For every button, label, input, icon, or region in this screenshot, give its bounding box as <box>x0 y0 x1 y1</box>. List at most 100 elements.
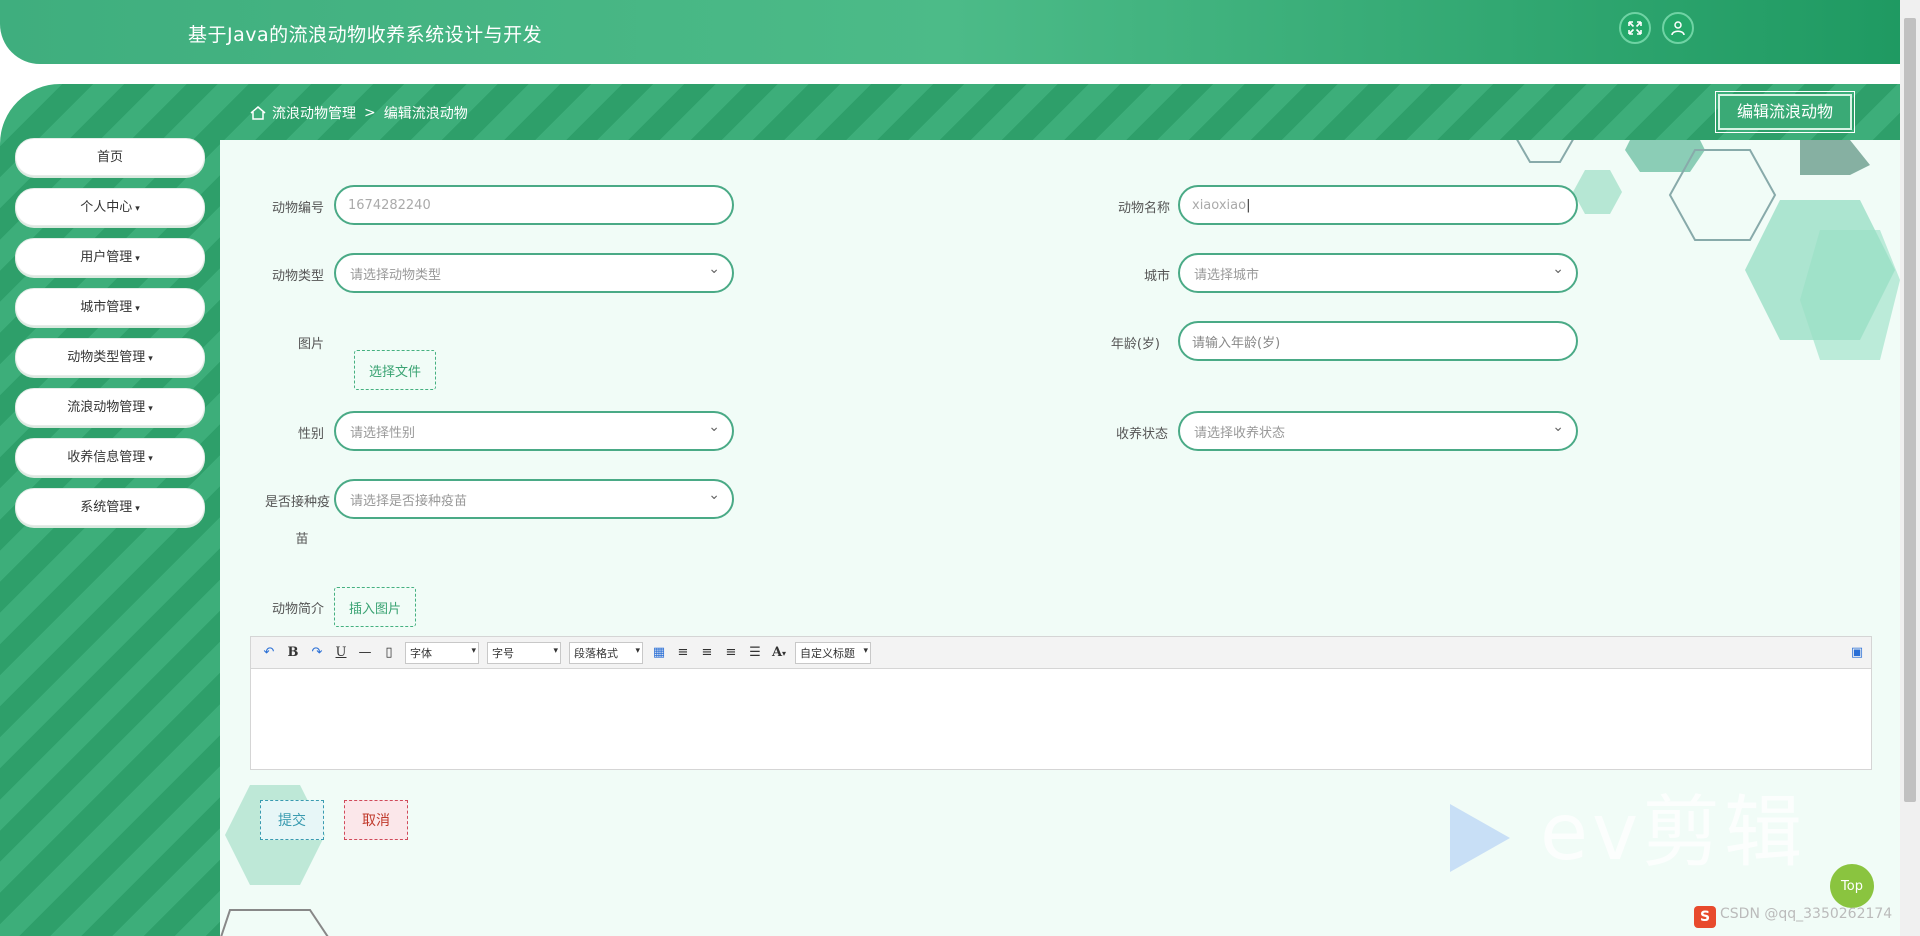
choose-file-button[interactable]: 选择文件 <box>354 350 436 390</box>
age-label: 年龄(岁) <box>1110 337 1160 352</box>
animal-type-label: 动物类型 <box>271 269 324 284</box>
animal-id-value: 1674282240 <box>348 197 431 213</box>
sidebar-item-city-management[interactable]: 城市管理 ▾ <box>15 288 205 326</box>
animal-name-label: 动物名称 <box>1117 201 1170 216</box>
ev-watermark-text: ev剪辑 <box>1540 788 1807 878</box>
scrollbar-thumb[interactable] <box>1904 18 1916 802</box>
breadcrumb-current: 编辑流浪动物 <box>383 106 468 122</box>
align-left-icon[interactable]: ≡ <box>675 645 691 661</box>
caret-down-icon: ▾ <box>148 354 153 364</box>
user-icon-svg <box>1671 21 1685 36</box>
page-scrollbar[interactable] <box>1900 0 1920 936</box>
table-icon[interactable]: ▦ <box>651 645 667 661</box>
paragraph-format-select-label: 段落格式 <box>574 646 618 660</box>
play-icon <box>1450 803 1510 872</box>
insert-image-button[interactable]: 插入图片 <box>334 587 416 627</box>
gender-label: 性别 <box>297 427 324 442</box>
expand-arrows-icon-svg <box>1628 21 1642 35</box>
sidebar-item-label: 流浪动物管理 <box>67 400 146 415</box>
animal-name-value: xiaoxiao <box>1192 197 1247 213</box>
caret-down-icon: ▾ <box>135 254 140 264</box>
sidebar-item-personal-center[interactable]: 个人中心 ▾ <box>15 188 205 226</box>
paragraph-format-select[interactable]: 段落格式 <box>569 641 643 664</box>
sidebar-item-label: 首页 <box>96 150 123 165</box>
home-icon-svg <box>250 106 266 120</box>
csdn-logo-icon: S <box>1694 906 1716 928</box>
sidebar-item-label: 用户管理 <box>80 250 133 265</box>
sidebar-item-label: 动物类型管理 <box>67 350 146 365</box>
breadcrumb-parent[interactable]: 流浪动物管理 <box>272 103 356 123</box>
app-header: 基于Java的流浪动物收养系统设计与开发 <box>0 0 1900 64</box>
city-select[interactable]: 请选择城市 <box>1178 253 1578 293</box>
align-right-icon[interactable]: ≡ <box>699 645 715 661</box>
animal-id-label: 动物编号 <box>271 201 324 216</box>
app-title: 基于Java的流浪动物收养系统设计与开发 <box>188 24 543 46</box>
expand-arrows-icon[interactable] <box>1619 12 1651 44</box>
breadcrumb-separator: > <box>364 105 376 121</box>
sidebar-item-stray-animal-management[interactable]: 流浪动物管理 ▾ <box>15 388 205 426</box>
animal-name-field[interactable]: xiaoxiao | <box>1178 185 1578 225</box>
editor-toolbar: ↶ B ↷ U — ▯ 字体 字号 段落格式 ▦ ≡ ≡ ≡ ☰ A▾ 自定义标… <box>251 637 1871 669</box>
undo-icon[interactable]: ↶ <box>261 645 277 661</box>
sidebar-item-animal-type-management[interactable]: 动物类型管理 ▾ <box>15 338 205 376</box>
bold-icon[interactable]: B <box>285 645 301 661</box>
redo-icon[interactable]: ↷ <box>309 645 325 661</box>
breadcrumb: 流浪动物管理 > 编辑流浪动物 <box>250 103 468 123</box>
vaccinated-label-line1: 是否接种疫 <box>264 495 330 510</box>
intro-label: 动物简介 <box>271 602 324 617</box>
caret-down-icon: ▾ <box>148 454 153 464</box>
font-size-select[interactable]: 字号 <box>487 641 561 664</box>
rich-text-editor: ↶ B ↷ U — ▯ 字体 字号 段落格式 ▦ ≡ ≡ ≡ ☰ A▾ 自定义标… <box>250 636 1872 770</box>
font-color-glyph: A <box>771 645 783 660</box>
font-family-select[interactable]: 字体 <box>405 641 479 664</box>
sidebar-item-label: 收养信息管理 <box>67 450 146 465</box>
underline-icon[interactable]: U <box>333 645 349 661</box>
blank-page-icon[interactable]: ▯ <box>381 645 397 661</box>
custom-title-select-label: 自定义标题 <box>800 646 855 660</box>
font-size-select-label: 字号 <box>492 646 514 660</box>
caret-down-icon: ▾ <box>782 647 787 658</box>
vaccinated-select[interactable]: 请选择是否接种疫苗 <box>334 479 734 519</box>
age-input[interactable]: 请输入年龄(岁) <box>1178 321 1578 361</box>
ev-watermark: ev剪辑 <box>1450 770 1806 882</box>
age-placeholder: 请输入年龄(岁) <box>1192 335 1281 351</box>
custom-title-select[interactable]: 自定义标题 <box>795 641 871 664</box>
animal-id-field[interactable]: 1674282240 <box>334 185 734 225</box>
adoption-status-label: 收养状态 <box>1115 427 1168 442</box>
caret-down-icon: ▾ <box>135 504 140 514</box>
sidebar-item-label: 系统管理 <box>80 500 133 515</box>
sidebar-item-label: 个人中心 <box>80 200 133 215</box>
user-icon[interactable] <box>1662 12 1694 44</box>
cancel-button[interactable]: 取消 <box>344 800 408 840</box>
vaccinated-placeholder: 请选择是否接种疫苗 <box>350 493 468 509</box>
source-code-icon[interactable]: ▣ <box>1849 645 1865 661</box>
vaccinated-label-line2: 苗 <box>295 532 309 547</box>
sidebar-item-system-management[interactable]: 系统管理 ▾ <box>15 488 205 526</box>
text-cursor: | <box>1246 197 1251 213</box>
caret-down-icon: ▾ <box>148 404 153 414</box>
back-to-top-button[interactable]: Top <box>1830 864 1874 908</box>
home-icon[interactable] <box>250 106 266 120</box>
sidebar-item-label: 城市管理 <box>80 300 133 315</box>
gender-select[interactable]: 请选择性别 <box>334 411 734 451</box>
vaccinated-label: 是否接种疫 苗 <box>244 491 330 547</box>
animal-type-select[interactable]: 请选择动物类型 <box>334 253 734 293</box>
city-placeholder: 请选择城市 <box>1194 267 1260 283</box>
gender-placeholder: 请选择性别 <box>350 425 416 441</box>
horizontal-rule-icon[interactable]: — <box>357 645 373 661</box>
sidebar-item-adoption-management[interactable]: 收养信息管理 ▾ <box>15 438 205 476</box>
adoption-status-select[interactable]: 请选择收养状态 <box>1178 411 1578 451</box>
submit-button[interactable]: 提交 <box>260 800 324 840</box>
font-family-select-label: 字体 <box>410 646 432 660</box>
caret-down-icon: ▾ <box>135 204 140 214</box>
csdn-watermark: CSDN @qq_3350262174 <box>1720 906 1893 922</box>
align-center-icon[interactable]: ≡ <box>723 645 739 661</box>
font-color-icon[interactable]: A ▾ <box>771 645 787 661</box>
caret-down-icon: ▾ <box>135 304 140 314</box>
animal-type-placeholder: 请选择动物类型 <box>350 267 442 283</box>
sidebar-item-home[interactable]: 首页 <box>15 138 205 176</box>
city-label: 城市 <box>1143 269 1170 284</box>
sidebar-item-user-management[interactable]: 用户管理 ▾ <box>15 238 205 276</box>
page-title-button: 编辑流浪动物 <box>1715 91 1855 133</box>
align-justify-icon[interactable]: ☰ <box>747 645 763 661</box>
